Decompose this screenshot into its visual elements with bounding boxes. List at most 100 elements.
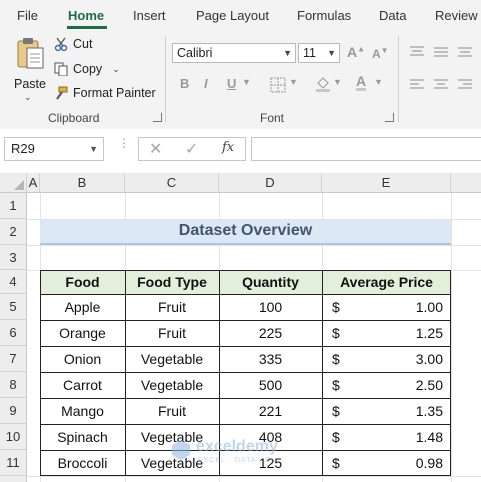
row-header-8[interactable]: 8 — [0, 372, 27, 398]
column-header-e[interactable]: E — [322, 173, 451, 193]
tab-review[interactable]: Review — [435, 8, 478, 23]
borders-icon[interactable] — [270, 77, 286, 93]
copy-button[interactable]: Copy ⌄ — [54, 62, 120, 76]
table-cell-qty[interactable]: 221 — [219, 398, 322, 424]
table-cell-type[interactable]: Fruit — [125, 320, 219, 346]
font-dialog-launcher[interactable] — [385, 113, 394, 122]
table-cell-type[interactable]: Fruit — [125, 294, 219, 320]
row-header-5[interactable]: 5 — [0, 294, 27, 320]
row-header-10[interactable]: 10 — [0, 424, 27, 450]
table-cell-food[interactable]: Spinach — [40, 424, 125, 450]
column-header-a[interactable]: A — [27, 173, 40, 193]
chevron-down-icon[interactable]: ⌄ — [24, 92, 32, 103]
table-cell-price[interactable]: $0.98 — [322, 450, 451, 476]
table-cell-price[interactable]: $1.25 — [322, 320, 451, 346]
table-border — [40, 398, 451, 399]
enter-icon[interactable]: ✓ — [185, 139, 198, 159]
align-bottom-icon[interactable] — [457, 46, 473, 58]
table-border — [40, 294, 451, 295]
insert-function-button[interactable]: fx — [222, 140, 234, 155]
price-value: 1.00 — [415, 299, 443, 315]
currency-symbol: $ — [332, 403, 340, 419]
align-center-icon[interactable] — [433, 78, 449, 92]
tab-page-layout[interactable]: Page Layout — [196, 8, 269, 23]
format-painter-button[interactable]: Format Painter — [54, 86, 156, 100]
watermark-brand: exceldemy — [196, 438, 278, 455]
tab-formulas[interactable]: Formulas — [297, 8, 351, 23]
table-cell-qty[interactable]: 225 — [219, 320, 322, 346]
table-cell-qty[interactable]: 100 — [219, 294, 322, 320]
format-painter-label: Format Painter — [73, 86, 156, 100]
row-header-1[interactable]: 1 — [0, 193, 27, 219]
align-left-icon[interactable] — [409, 78, 425, 92]
decrease-font-icon[interactable]: A▼ — [372, 46, 389, 61]
table-header-cell[interactable]: Food — [40, 270, 125, 294]
tab-data[interactable]: Data — [379, 8, 406, 23]
table-cell-price[interactable]: $1.35 — [322, 398, 451, 424]
row-header-7[interactable]: 7 — [0, 346, 27, 372]
tab-insert[interactable]: Insert — [133, 8, 166, 23]
table-cell-food[interactable]: Broccoli — [40, 450, 125, 476]
align-right-icon[interactable] — [457, 78, 473, 92]
paste-button[interactable]: Paste ⌄ — [10, 36, 50, 102]
chevron-down-icon[interactable]: ▼ — [374, 77, 383, 87]
table-header-cell[interactable]: Quantity — [219, 270, 322, 294]
align-top-icon[interactable] — [409, 46, 425, 58]
table-cell-type[interactable]: Vegetable — [125, 372, 219, 398]
align-middle-icon[interactable] — [433, 46, 449, 58]
row-header-6[interactable]: 6 — [0, 320, 27, 346]
table-cell-food[interactable]: Mango — [40, 398, 125, 424]
column-header-d[interactable]: D — [219, 173, 322, 193]
column-header-f[interactable] — [451, 173, 481, 193]
clipboard-dialog-launcher[interactable] — [153, 113, 162, 122]
font-name-select[interactable]: Calibri ▼ — [172, 43, 296, 63]
table-cell-price[interactable]: $2.50 — [322, 372, 451, 398]
tab-home[interactable]: Home — [68, 8, 104, 23]
table-cell-qty[interactable]: 335 — [219, 346, 322, 372]
table-cell-price[interactable]: $1.48 — [322, 424, 451, 450]
row-header-9[interactable]: 9 — [0, 398, 27, 424]
increase-font-icon[interactable]: A▲ — [347, 44, 365, 60]
chevron-down-icon[interactable]: ▼ — [333, 77, 342, 87]
gridline — [451, 193, 452, 482]
fill-color-icon[interactable] — [314, 75, 332, 93]
cut-button[interactable]: Cut — [54, 37, 92, 51]
italic-button[interactable]: I — [204, 76, 208, 91]
price-value: 1.35 — [415, 403, 443, 419]
table-cell-price[interactable]: $3.00 — [322, 346, 451, 372]
row-header-3[interactable]: 3 — [0, 245, 27, 270]
formula-input[interactable] — [251, 137, 481, 161]
chevron-down-icon[interactable]: ⌄ — [112, 64, 120, 75]
group-separator — [165, 36, 166, 122]
bold-button[interactable]: B — [180, 76, 189, 91]
select-all-button[interactable] — [0, 173, 27, 193]
font-size-select[interactable]: 11 ▼ — [298, 43, 340, 63]
row-header-2[interactable]: 2 — [0, 219, 27, 245]
column-header-c[interactable]: C — [125, 173, 219, 193]
table-cell-qty[interactable]: 500 — [219, 372, 322, 398]
table-cell-type[interactable]: Vegetable — [125, 346, 219, 372]
table-cell-food[interactable]: Onion — [40, 346, 125, 372]
underline-button[interactable]: U — [227, 76, 236, 91]
name-box[interactable]: R29 ▼ — [4, 137, 104, 161]
table-cell-price[interactable]: $1.00 — [322, 294, 451, 320]
table-border — [40, 475, 451, 476]
scissors-icon — [54, 37, 68, 51]
row-header-11[interactable]: 11 — [0, 450, 27, 476]
table-cell-food[interactable]: Carrot — [40, 372, 125, 398]
row-header-4[interactable]: 4 — [0, 270, 27, 294]
table-cell-food[interactable]: Apple — [40, 294, 125, 320]
chevron-down-icon[interactable]: ▼ — [289, 77, 298, 87]
copy-label: Copy — [73, 62, 103, 76]
tab-file[interactable]: File — [17, 8, 38, 23]
table-cell-food[interactable]: Orange — [40, 320, 125, 346]
chevron-down-icon[interactable]: ▼ — [242, 77, 251, 87]
cancel-icon[interactable]: ✕ — [149, 139, 162, 159]
row-header-12[interactable] — [0, 476, 27, 482]
column-header-b[interactable]: B — [40, 173, 125, 193]
table-header-cell[interactable]: Average Price — [322, 270, 451, 294]
font-group-label: Font — [260, 111, 285, 125]
table-cell-type[interactable]: Fruit — [125, 398, 219, 424]
table-header-cell[interactable]: Food Type — [125, 270, 219, 294]
font-color-icon[interactable]: A — [356, 74, 367, 91]
